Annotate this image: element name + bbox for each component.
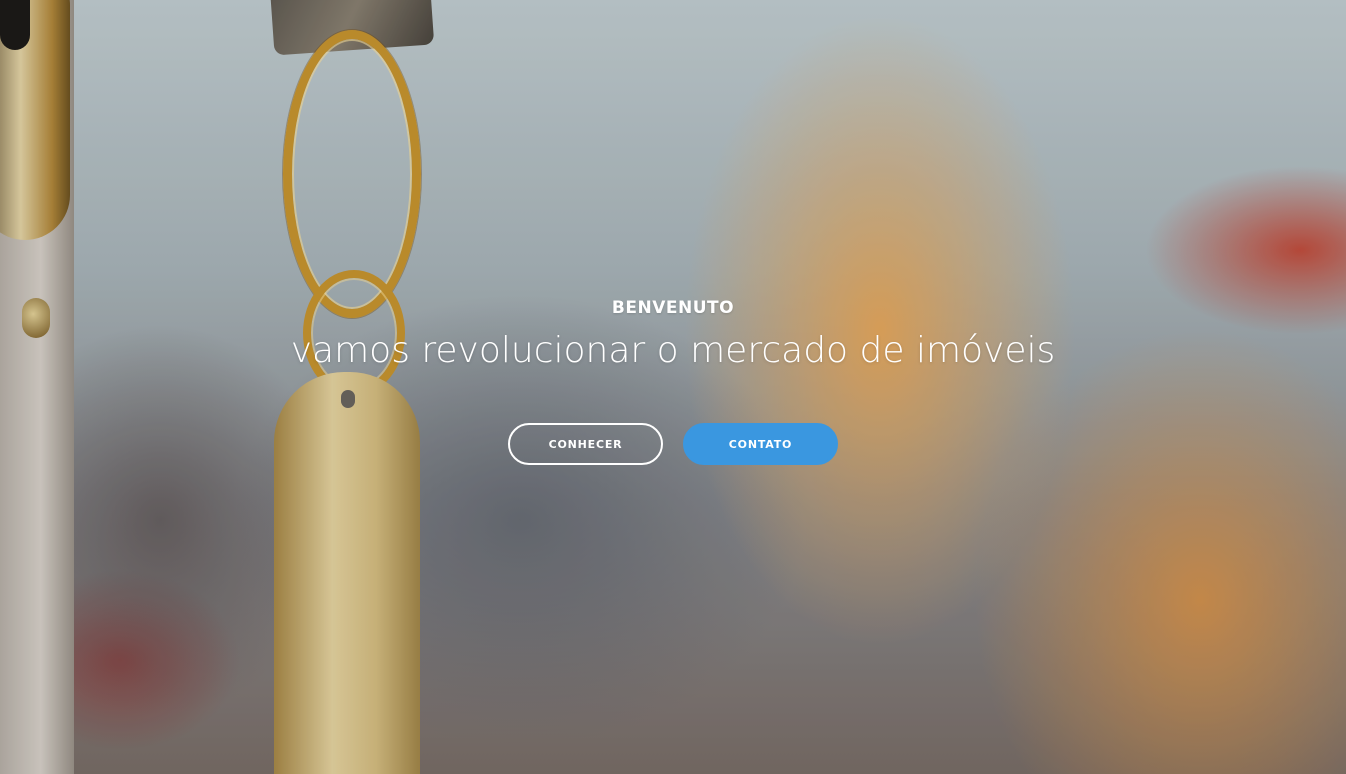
hero-headline: vamos revolucionar o mercado de imóveis bbox=[290, 330, 1056, 371]
conhecer-button[interactable]: CONHECER bbox=[508, 423, 663, 465]
hero-eyebrow: BENVENUTO bbox=[611, 298, 735, 318]
hero-section: BENVENUTO vamos revolucionar o mercado d… bbox=[0, 0, 1346, 774]
contato-button[interactable]: CONTATO bbox=[683, 423, 838, 465]
hero-content: BENVENUTO vamos revolucionar o mercado d… bbox=[0, 298, 1346, 465]
hero-buttons: CONHECER CONTATO bbox=[0, 423, 1346, 465]
